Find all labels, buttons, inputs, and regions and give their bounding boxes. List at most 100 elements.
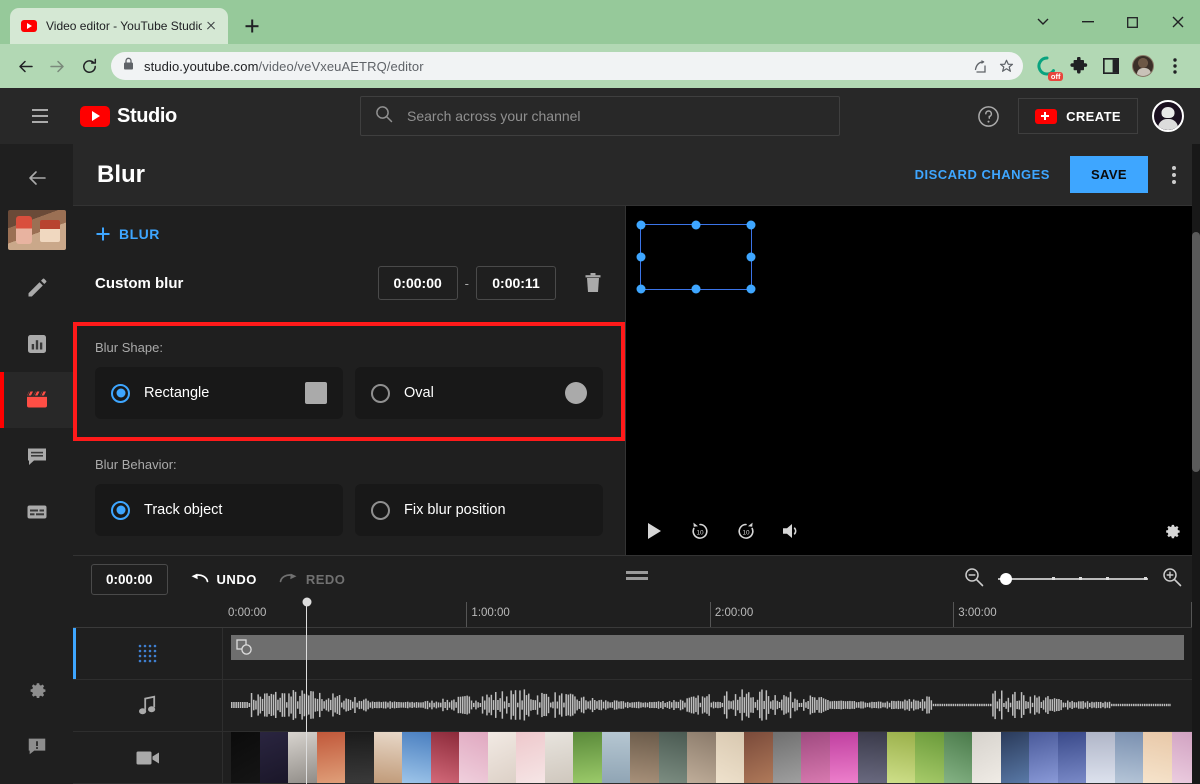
blur-behavior-option-fix[interactable]: Fix blur position — [355, 484, 603, 536]
discard-changes-button[interactable]: DISCARD CHANGES — [905, 158, 1060, 191]
share-icon[interactable] — [967, 53, 993, 79]
resize-handle-ne[interactable] — [746, 220, 756, 230]
comments-icon — [27, 448, 46, 465]
fix-blur-position-radio[interactable] — [371, 500, 390, 520]
blur-behavior-option-track[interactable]: Track object — [95, 484, 343, 536]
blur-clip-icon — [236, 639, 252, 655]
redo-button[interactable]: REDO — [279, 572, 346, 587]
resize-handle-nw[interactable] — [636, 220, 646, 230]
sidebar-item-analytics[interactable] — [0, 316, 73, 372]
sidebar-item-subtitles[interactable] — [0, 484, 73, 540]
maximize-icon[interactable] — [1110, 0, 1155, 44]
playhead-knob[interactable] — [302, 597, 311, 607]
studio-logo[interactable]: Studio — [80, 105, 177, 128]
browser-tab[interactable]: Video editor - YouTube Studio — [10, 8, 228, 44]
zoom-slider[interactable] — [998, 572, 1148, 586]
adblock-extension-icon[interactable]: off — [1032, 51, 1063, 81]
blur-end-time-input[interactable]: 0:00:11 — [476, 266, 556, 300]
zoom-slider-knob[interactable] — [1000, 573, 1012, 585]
resize-handle-s[interactable] — [691, 284, 701, 294]
timeline-track-video[interactable] — [73, 732, 1200, 784]
blur-shape-options: Rectangle Oval — [95, 367, 603, 419]
blur-shape-option-rectangle[interactable]: Rectangle — [95, 367, 343, 419]
undo-button[interactable]: UNDO — [190, 572, 257, 587]
sidebar-item-editor[interactable] — [0, 372, 73, 428]
tab-search-chevron-icon[interactable] — [1020, 0, 1065, 44]
track-body-blur[interactable] — [223, 628, 1200, 679]
timeline-ruler[interactable]: 0:00:001:00:002:00:003:00:004:00:004:36:… — [73, 602, 1200, 628]
blur-clip[interactable] — [231, 635, 1184, 660]
browser-tab-title: Video editor - YouTube Studio — [46, 19, 202, 33]
menu-hamburger-icon[interactable] — [22, 98, 58, 134]
filmstrip-frame — [430, 732, 459, 783]
editor-more-options-icon[interactable] — [1158, 159, 1190, 191]
sidebar-item-settings[interactable] — [0, 662, 73, 718]
create-camera-icon — [1035, 108, 1058, 124]
filmstrip-frame — [459, 732, 488, 783]
timeline-track-audio[interactable] — [73, 680, 1200, 732]
search-input[interactable]: Search across your channel — [360, 96, 840, 136]
sidepanel-icon[interactable] — [1096, 51, 1126, 81]
back-button[interactable] — [10, 51, 40, 81]
zoom-out-icon[interactable] — [964, 567, 984, 592]
create-button[interactable]: CREATE — [1018, 98, 1138, 134]
minimize-icon[interactable] — [1065, 0, 1110, 44]
resize-handle-e[interactable] — [746, 252, 756, 262]
track-body-video[interactable] — [223, 732, 1200, 783]
forward-button[interactable] — [42, 51, 72, 81]
analytics-icon — [27, 335, 46, 353]
add-blur-label: BLUR — [119, 226, 160, 242]
reload-button[interactable] — [74, 51, 104, 81]
back-to-videos-button[interactable] — [17, 158, 57, 198]
sidebar-item-feedback[interactable] — [0, 718, 73, 774]
timeline-resize-handle[interactable] — [625, 571, 648, 580]
resize-handle-w[interactable] — [636, 252, 646, 262]
zoom-in-icon[interactable] — [1162, 567, 1182, 592]
resize-handle-n[interactable] — [691, 220, 701, 230]
delete-blur-icon[interactable] — [583, 272, 603, 294]
profile-avatar[interactable] — [1128, 51, 1158, 81]
new-tab-button[interactable] — [238, 12, 266, 40]
chrome-menu-icon[interactable] — [1160, 51, 1190, 81]
close-window-icon[interactable] — [1155, 0, 1200, 44]
sidebar-item-comments[interactable] — [0, 428, 73, 484]
close-tab-icon[interactable] — [202, 17, 220, 35]
play-icon[interactable] — [640, 517, 668, 545]
video-preview[interactable]: 10 10 — [626, 206, 1200, 555]
track-body-audio[interactable] — [223, 680, 1200, 731]
blur-start-time-input[interactable]: 0:00:00 — [377, 266, 458, 300]
save-button[interactable]: SAVE — [1069, 156, 1148, 193]
volume-icon[interactable] — [778, 517, 806, 545]
editor-workspace: BLUR Custom blur 0:00:00 - 0:00:11 Blur … — [73, 206, 1200, 555]
extensions-puzzle-icon[interactable] — [1064, 51, 1094, 81]
track-object-radio[interactable] — [111, 500, 130, 520]
bookmark-star-icon[interactable] — [993, 53, 1019, 79]
gear-icon — [30, 683, 45, 698]
rectangle-radio[interactable] — [111, 383, 130, 403]
help-icon[interactable] — [972, 100, 1004, 132]
sidebar-item-details[interactable] — [0, 260, 73, 316]
player-settings-gear-icon[interactable] — [1158, 517, 1186, 545]
blur-selection-box[interactable] — [636, 220, 756, 294]
filmstrip-frame — [1029, 732, 1058, 783]
current-timecode-input[interactable]: 0:00:00 — [91, 563, 168, 595]
blur-shape-option-oval[interactable]: Oval — [355, 367, 603, 419]
ruler-tick — [466, 602, 468, 627]
page-scrollbar[interactable] — [1192, 144, 1200, 784]
page-scrollbar-thumb[interactable] — [1192, 232, 1200, 472]
rewind-10-icon[interactable]: 10 — [686, 517, 714, 545]
timeline-playhead[interactable] — [302, 597, 311, 784]
url-domain: studio.youtube.com — [144, 58, 259, 74]
oval-radio[interactable] — [371, 383, 390, 403]
timeline-track-blur[interactable] — [73, 628, 1200, 680]
forward-10-icon[interactable]: 10 — [732, 517, 760, 545]
video-filmstrip[interactable] — [231, 732, 1200, 783]
account-avatar[interactable] — [1152, 100, 1184, 132]
timeline-tracks — [73, 597, 1200, 784]
youtube-play-icon — [80, 105, 110, 127]
filmstrip-frame — [972, 732, 1001, 783]
address-bar[interactable]: studio.youtube.com/video/veVxeuAETRQ/edi… — [111, 52, 1023, 80]
resize-handle-sw[interactable] — [636, 284, 646, 294]
add-blur-button[interactable]: BLUR — [95, 226, 603, 242]
resize-handle-se[interactable] — [746, 284, 756, 294]
